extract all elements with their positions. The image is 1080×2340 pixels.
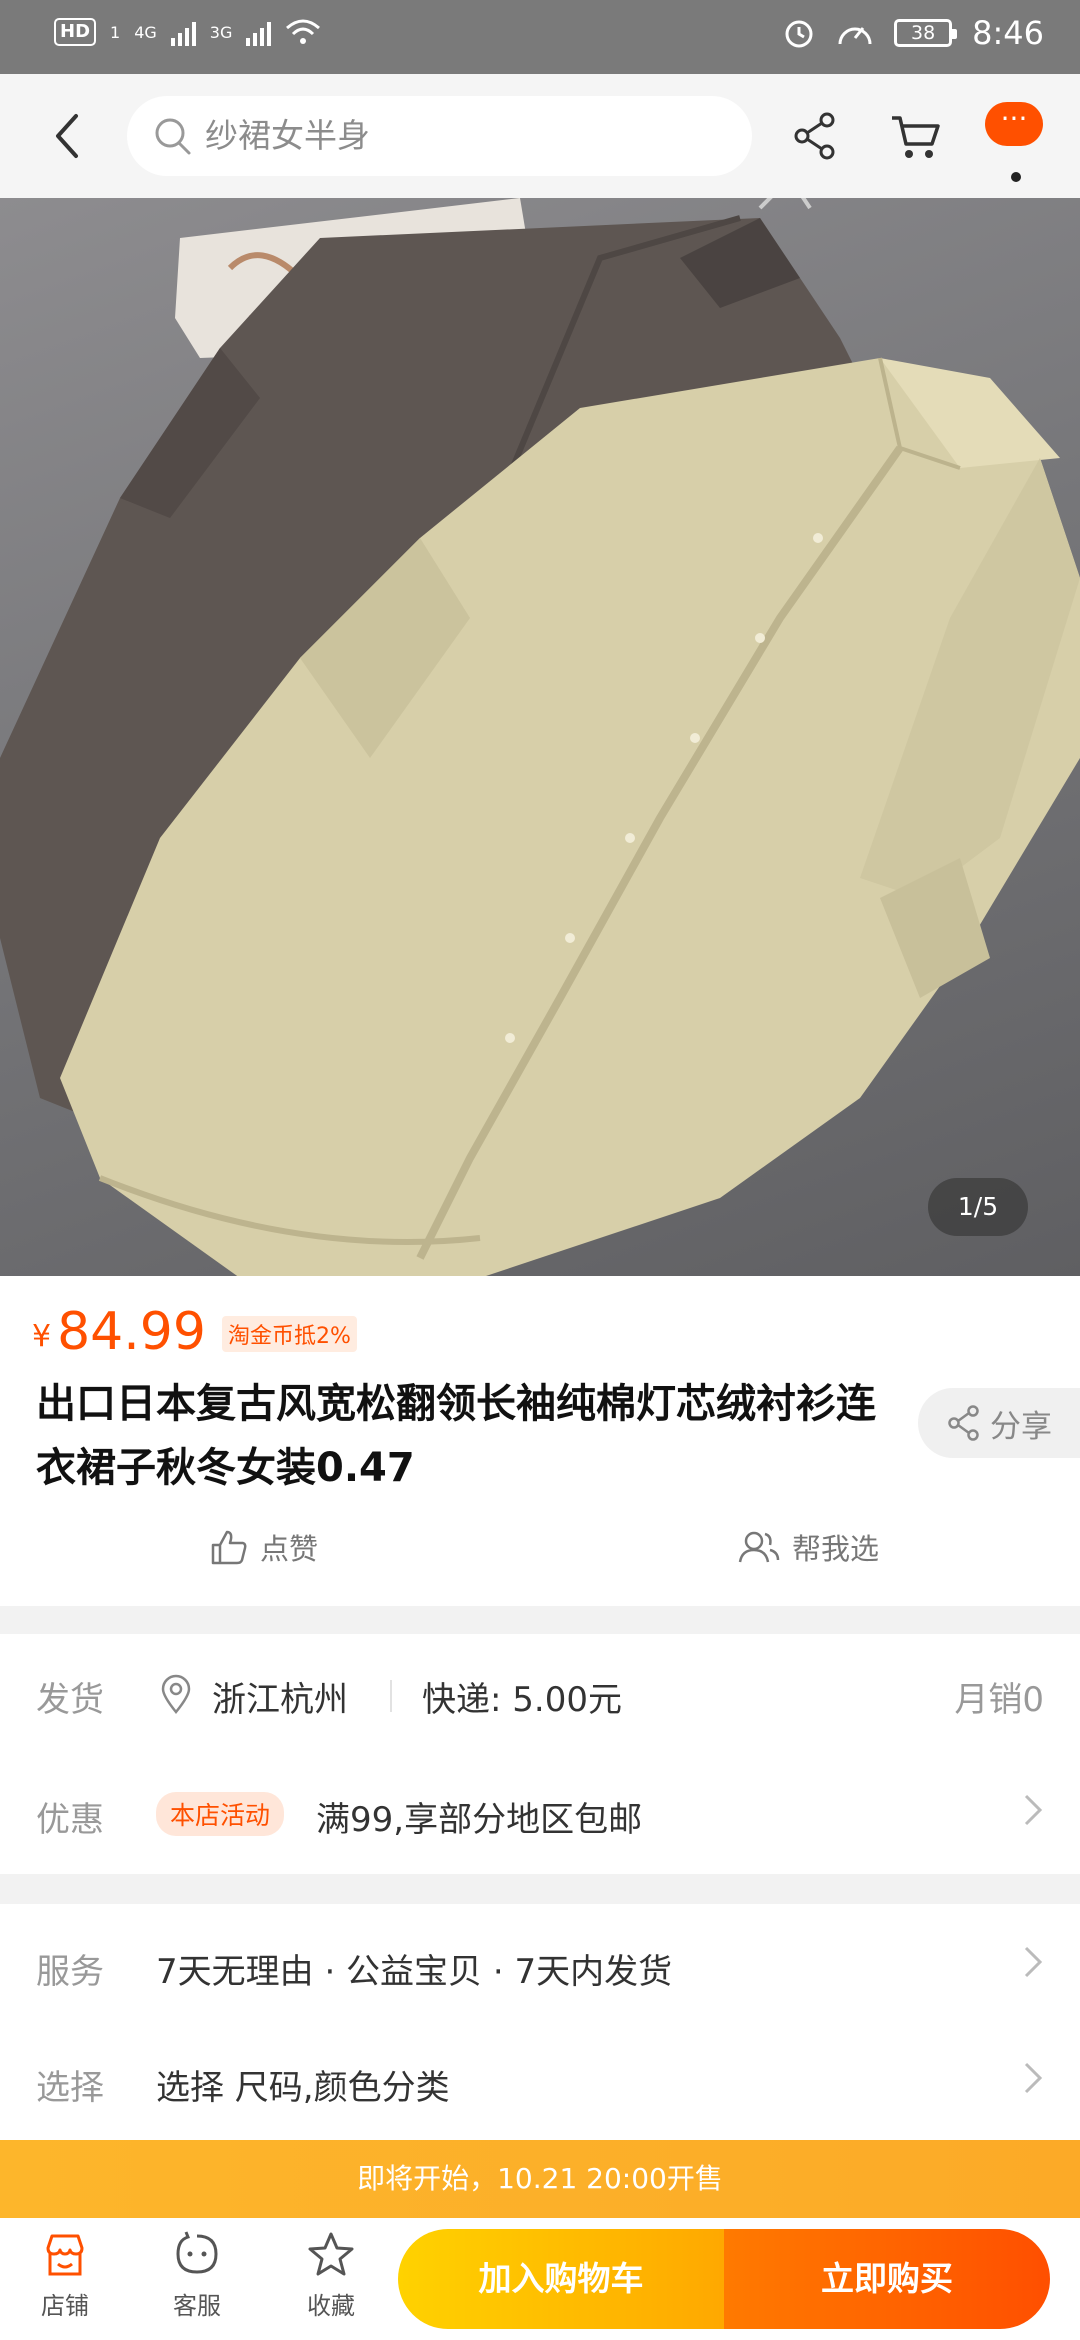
buy-now-button[interactable]: 立即购买 <box>724 2229 1050 2329</box>
customer-service-tab[interactable]: 客服 <box>142 2230 252 2321</box>
product-image-gallery[interactable]: 1/5 <box>0 198 1080 1276</box>
search-input[interactable]: 纱裙女半身 <box>127 96 752 176</box>
gallery-counter: 1/5 <box>928 1178 1028 1236</box>
alarm-icon <box>785 20 813 48</box>
star-icon <box>308 2232 354 2276</box>
promo-label: 优惠 <box>36 1800 104 1840</box>
search-icon <box>155 118 191 155</box>
shipping-card: 发货 浙江杭州 快递: 5.00元 月销0 优惠 本店活动 满99,享部分地区包… <box>0 1634 1080 1874</box>
like-label: 点赞 <box>260 1532 319 1566</box>
hd-indicator: HD <box>54 18 97 46</box>
chevron-right-icon <box>1024 1946 1043 1978</box>
add-to-cart-button[interactable]: 加入购物车 <box>398 2229 724 2329</box>
status-bar: HD 1 4G 3G 38 8:46 <box>0 0 1080 74</box>
share-icon <box>948 1405 979 1441</box>
chevron-right-icon <box>1024 2062 1043 2094</box>
price-row: ¥ 84.99 淘金币抵2% <box>32 1304 357 1360</box>
promo-text: 满99,享部分地区包邮 <box>316 1800 643 1840</box>
favorite-tab[interactable]: 收藏 <box>276 2230 386 2321</box>
store-label: 店铺 <box>41 2292 89 2320</box>
divider <box>390 1680 392 1712</box>
action-row: 点赞 帮我选 <box>0 1526 1080 1576</box>
share-icon[interactable] <box>790 110 840 162</box>
customer-service-label: 客服 <box>173 2292 221 2320</box>
bottom-action-bar: 店铺 客服 收藏 加入购物车 立即购买 <box>0 2218 1080 2340</box>
shipping-location: 浙江杭州 <box>212 1680 348 1720</box>
network-4g-label: 4G <box>134 22 157 42</box>
favorite-label: 收藏 <box>307 2292 355 2320</box>
back-icon[interactable] <box>46 110 94 162</box>
more-button[interactable]: ··· <box>985 102 1043 146</box>
header: 纱裙女半身 ··· <box>0 74 1080 198</box>
more-indicator-dot <box>1011 172 1021 182</box>
service-label: 服务 <box>36 1952 104 1992</box>
product-info-card: ¥ 84.99 淘金币抵2% 出口日本复古风宽松翻领长袖纯棉灯芯绒衬衫连衣裙子秋… <box>0 1276 1080 1606</box>
select-label: 选择 <box>36 2068 104 2108</box>
thumbs-up-icon <box>211 1530 247 1565</box>
monthly-sales: 月销0 <box>954 1680 1044 1720</box>
speed-icon <box>838 27 872 45</box>
service-text: 7天无理由 · 公益宝贝 · 7天内发货 <box>156 1952 673 1992</box>
customer-service-icon <box>176 2231 218 2274</box>
help-choose-label: 帮我选 <box>792 1532 880 1566</box>
like-button[interactable]: 点赞 <box>210 1526 318 1568</box>
chevron-right-icon <box>1024 1794 1043 1826</box>
shipping-label: 发货 <box>36 1680 104 1720</box>
clock-time: 8:46 <box>972 14 1044 52</box>
cart-icon[interactable] <box>888 108 944 164</box>
network-3g-label: 3G <box>209 22 233 42</box>
signal-icon <box>170 18 196 46</box>
battery-indicator: 38 <box>894 19 958 47</box>
search-placeholder: 纱裙女半身 <box>205 116 370 155</box>
product-title: 出口日本复古风宽松翻领长袖纯棉灯芯绒衬衫连衣裙子秋冬女装0.47 <box>36 1381 876 1491</box>
options-card: 服务 7天无理由 · 公益宝贝 · 7天内发货 选择 选择 尺码,颜色分类 <box>0 1904 1080 2140</box>
sim-indicator: 1 <box>110 22 121 42</box>
product-photo <box>0 198 1080 1276</box>
presale-banner: 即将开始，10.21 20:00开售 <box>0 2140 1080 2218</box>
store-activity-tag: 本店活动 <box>156 1792 285 1836</box>
coin-discount-tag: 淘金币抵2% <box>221 1316 357 1352</box>
store-icon <box>46 2234 84 2276</box>
price-currency: ¥ <box>32 1319 52 1354</box>
share-label: 分享 <box>990 1408 1052 1445</box>
select-text: 选择 尺码,颜色分类 <box>156 2068 450 2108</box>
signal-icon-2 <box>246 18 272 46</box>
location-icon <box>161 1674 191 1714</box>
help-choose-button[interactable]: 帮我选 <box>738 1526 879 1568</box>
shipping-express-fee: 快递: 5.00元 <box>422 1680 622 1720</box>
people-icon <box>738 1531 780 1563</box>
store-tab[interactable]: 店铺 <box>10 2230 120 2321</box>
wifi-icon <box>286 19 321 44</box>
share-button[interactable]: 分享 <box>918 1388 1080 1458</box>
price-value: 84.99 <box>57 1302 206 1362</box>
